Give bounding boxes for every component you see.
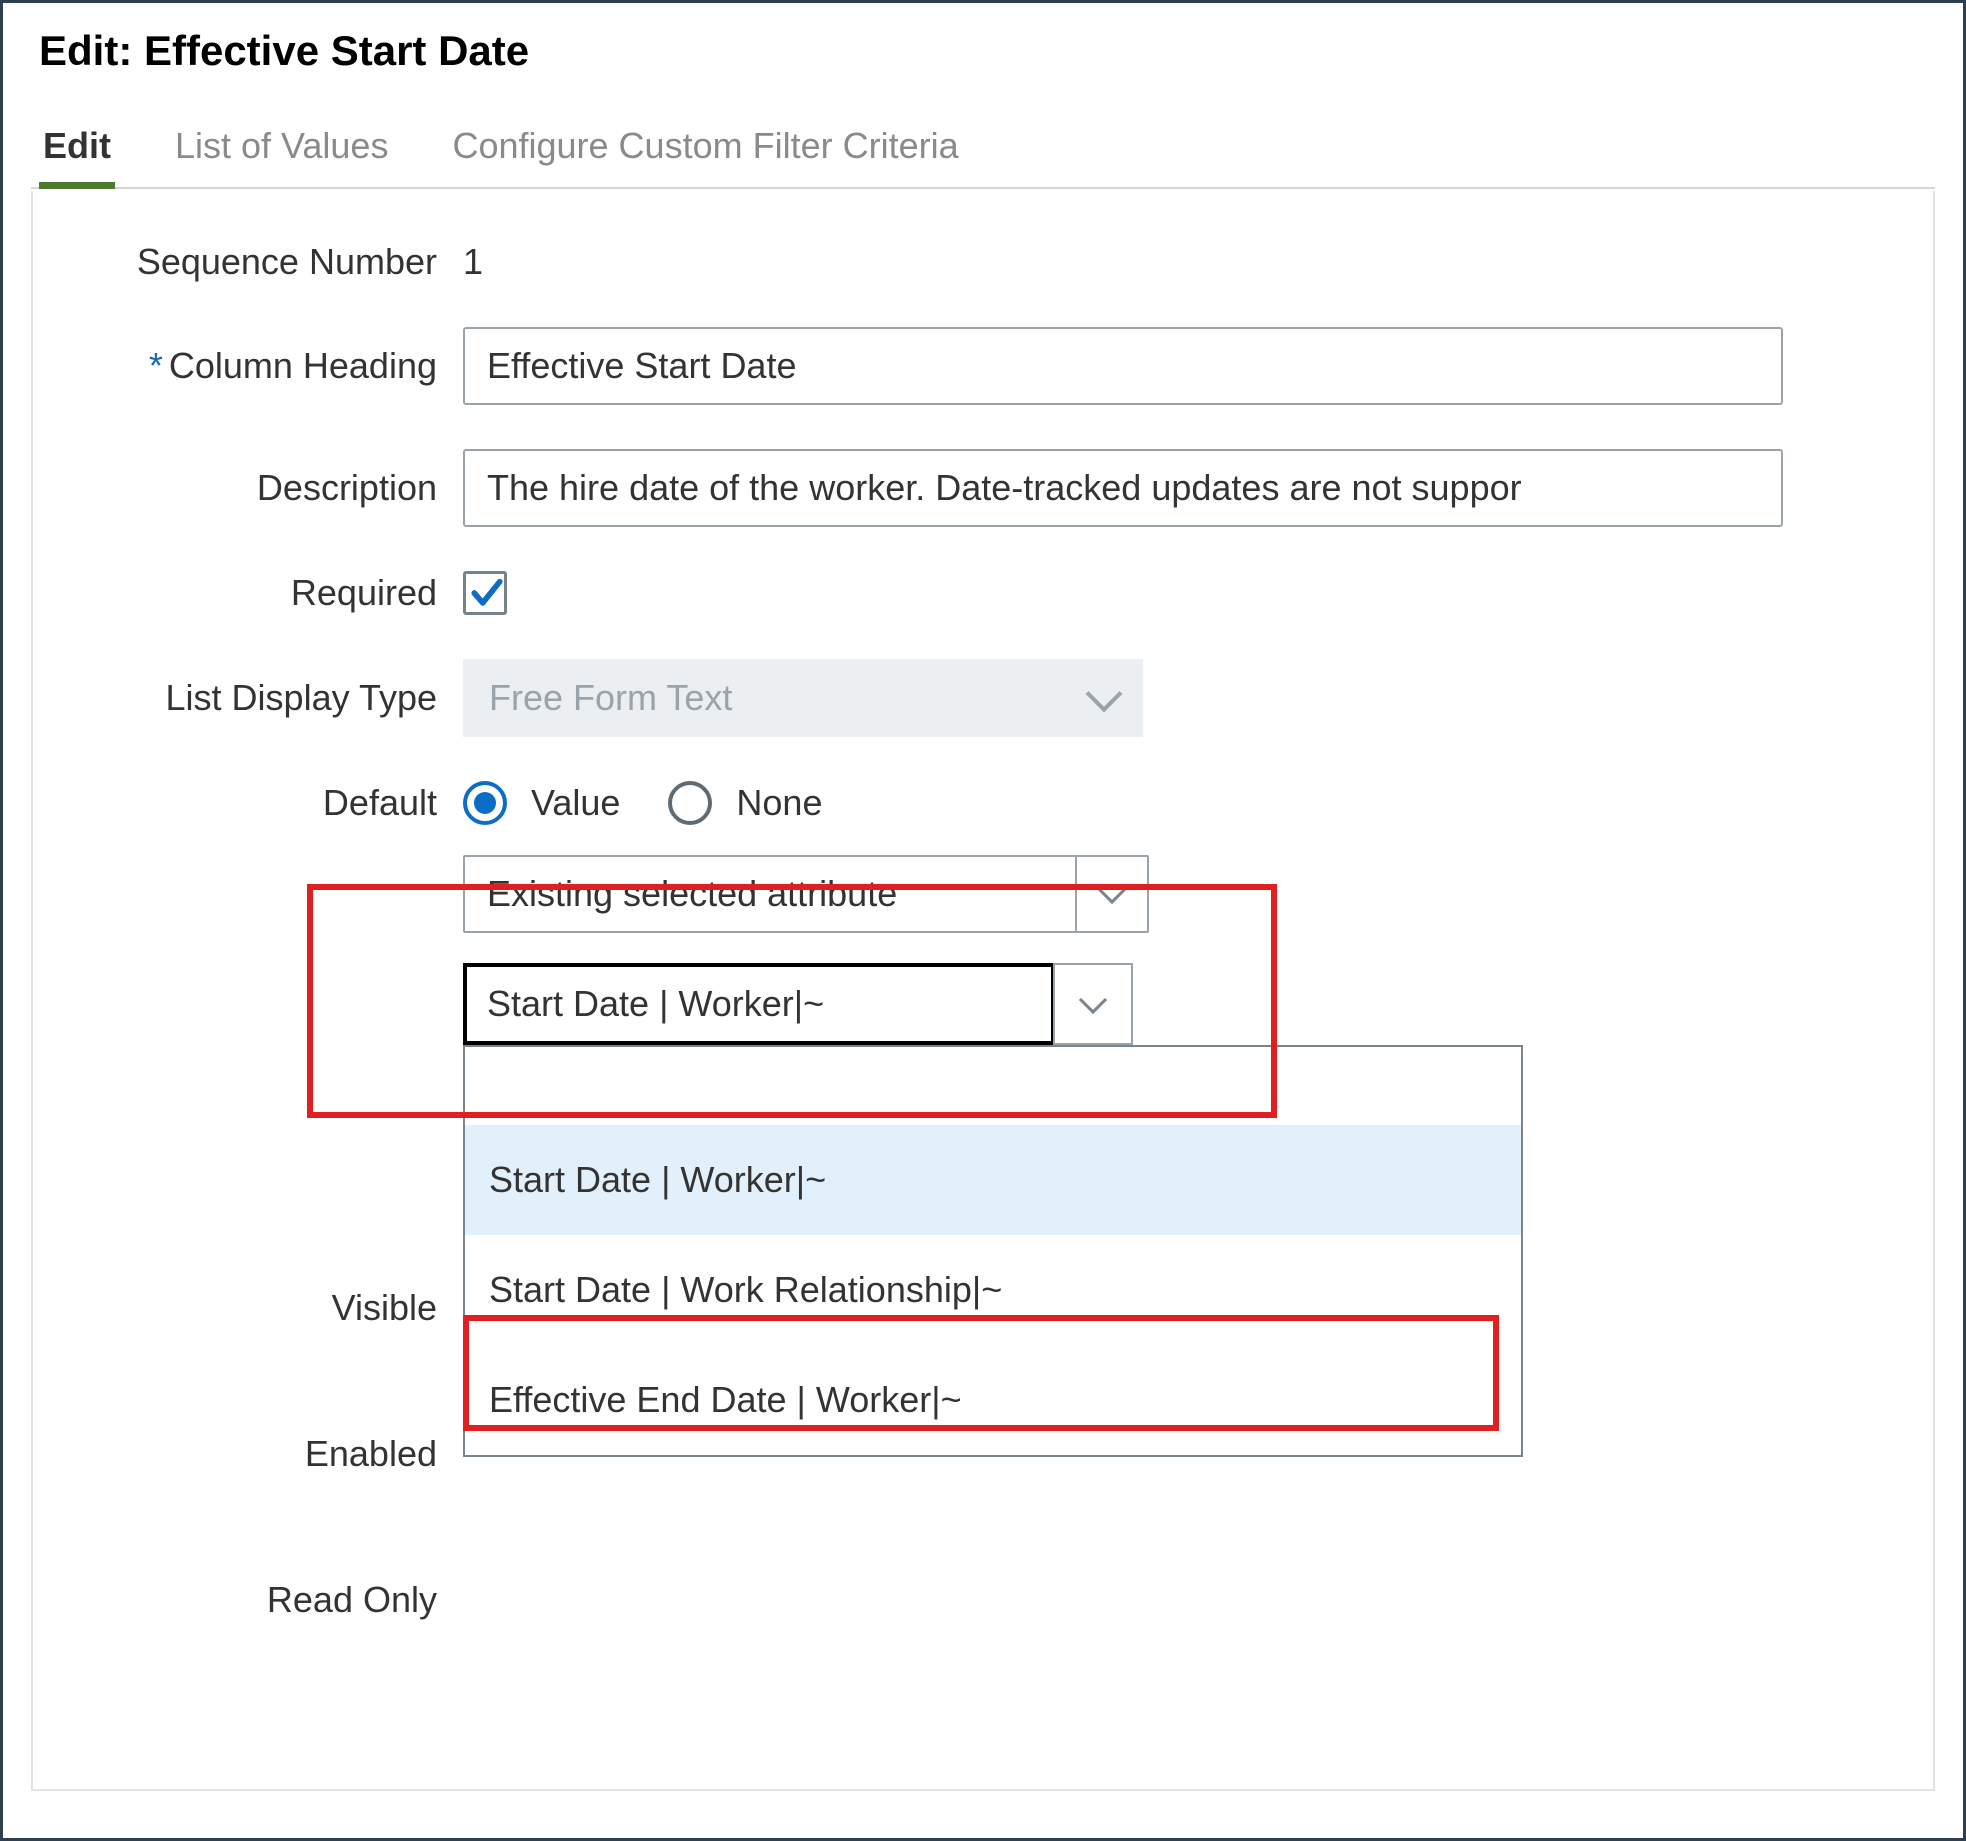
- dropdown-option-blank[interactable]: [465, 1047, 1521, 1125]
- row-sequence-number: Sequence Number 1: [63, 241, 1903, 283]
- chevron-down-icon: [1086, 676, 1123, 713]
- radio-default-none[interactable]: None: [668, 781, 822, 825]
- value-sequence-number: 1: [463, 241, 1903, 283]
- input-column-heading[interactable]: [463, 327, 1783, 405]
- label-sequence-number: Sequence Number: [63, 241, 463, 283]
- dropdown-option-effective-end-date-worker[interactable]: Effective End Date | Worker|~: [465, 1345, 1521, 1455]
- label-description: Description: [63, 467, 463, 509]
- select-list-display-value: Free Form Text: [489, 677, 732, 719]
- lower-labels: Visible Enabled Read Only: [63, 1287, 463, 1621]
- dropdown-attribute-list[interactable]: Start Date | Worker|~ Start Date | Work …: [463, 1045, 1523, 1457]
- select-default-value-type-text: Existing selected attribute: [487, 873, 1075, 915]
- tab-edit[interactable]: Edit: [39, 111, 115, 187]
- tab-bar: Edit List of Values Configure Custom Fil…: [31, 111, 1935, 189]
- dropdown-option-start-date-work-relationship[interactable]: Start Date | Work Relationship|~: [465, 1235, 1521, 1345]
- row-default: Default Value None: [63, 781, 1903, 825]
- label-visible: Visible: [63, 1287, 463, 1329]
- label-read-only: Read Only: [63, 1579, 463, 1621]
- input-description[interactable]: [463, 449, 1783, 527]
- label-enabled: Enabled: [63, 1433, 463, 1475]
- checkbox-required[interactable]: [463, 571, 507, 615]
- label-list-display-type: List Display Type: [63, 677, 463, 719]
- tab-configure-filter[interactable]: Configure Custom Filter Criteria: [448, 111, 962, 187]
- select-default-value-type-button[interactable]: [1075, 857, 1147, 931]
- combo-attribute-button[interactable]: [1053, 963, 1133, 1045]
- row-list-display-type: List Display Type Free Form Text: [63, 659, 1903, 737]
- row-column-heading: *Column Heading: [63, 327, 1903, 405]
- row-required: Required: [63, 571, 1903, 615]
- label-column-heading: *Column Heading: [63, 345, 463, 387]
- radio-default-value[interactable]: Value: [463, 781, 620, 825]
- chevron-down-icon: [1079, 986, 1107, 1014]
- required-indicator-icon: *: [149, 345, 163, 386]
- radio-icon: [668, 781, 712, 825]
- tab-list-of-values[interactable]: List of Values: [171, 111, 392, 187]
- select-list-display-type: Free Form Text: [463, 659, 1143, 737]
- radio-icon-selected: [463, 781, 507, 825]
- page-title: Edit: Effective Start Date: [39, 27, 1935, 75]
- edit-panel: Sequence Number 1 *Column Heading Descri…: [31, 191, 1935, 1791]
- label-default: Default: [63, 782, 463, 824]
- check-icon: [470, 576, 504, 610]
- row-default-value-select: Existing selected attribute: [63, 855, 1903, 933]
- select-default-value-type[interactable]: Existing selected attribute: [463, 855, 1149, 933]
- combo-attribute[interactable]: Start Date | Worker|~: [463, 963, 1133, 1045]
- chevron-down-icon: [1098, 876, 1126, 904]
- dropdown-option-start-date-worker[interactable]: Start Date | Worker|~: [465, 1125, 1521, 1235]
- dialog-frame: Edit: Effective Start Date Edit List of …: [0, 0, 1966, 1841]
- row-description: Description: [63, 449, 1903, 527]
- combo-attribute-text[interactable]: Start Date | Worker|~: [463, 963, 1055, 1045]
- label-required: Required: [63, 572, 463, 614]
